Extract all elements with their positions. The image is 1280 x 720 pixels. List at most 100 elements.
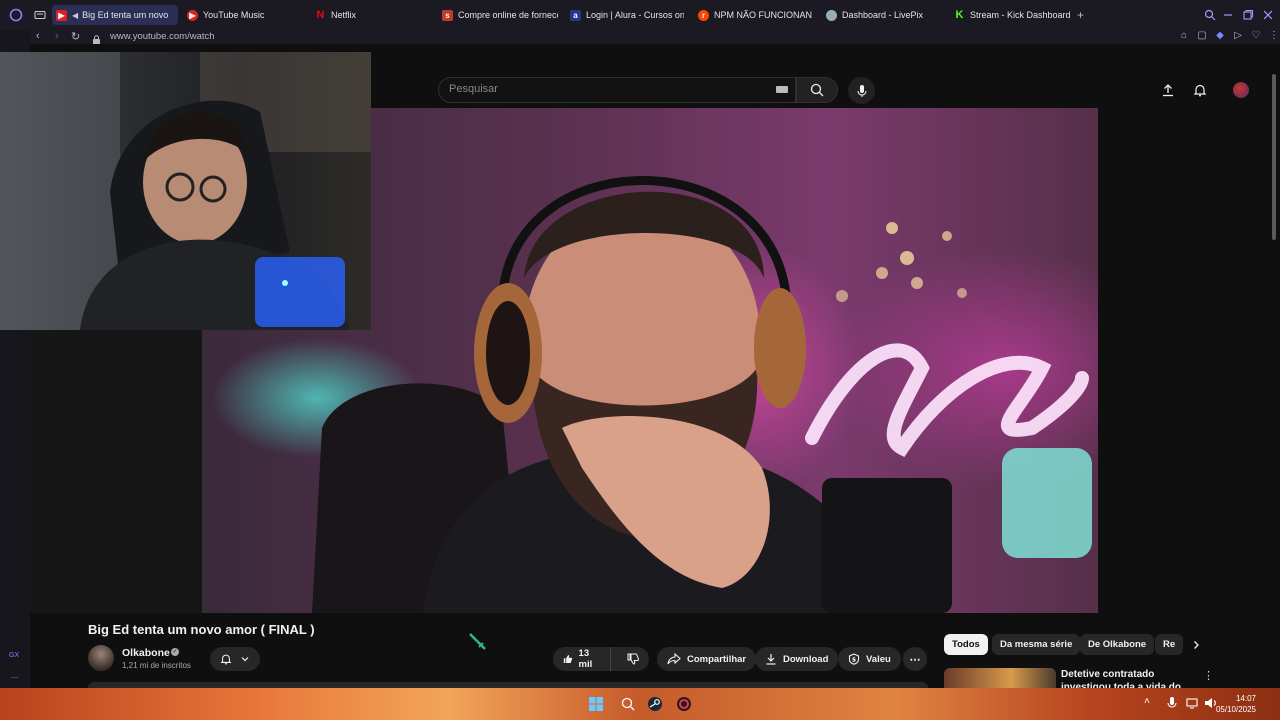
pin-icon[interactable]: ⌂ xyxy=(1177,30,1191,44)
tab-livepix[interactable]: Dashboard - LivePix xyxy=(822,5,940,25)
url-text[interactable]: www.youtube.com/watch xyxy=(110,31,215,42)
tab-npm[interactable]: r NPM NÃO FUNCIONANDO xyxy=(694,5,812,25)
like-dislike-group: 13 mil xyxy=(553,647,649,671)
chip-from-channel[interactable]: De Olkabone xyxy=(1080,634,1155,655)
minimize-icon[interactable] xyxy=(1222,8,1234,26)
page-scrollbar[interactable] xyxy=(1272,74,1276,240)
livepix-icon xyxy=(826,9,837,21)
channel-name[interactable]: Olkabone xyxy=(122,647,170,659)
sidebar-gx-label[interactable]: GX xyxy=(9,652,19,659)
clock-time: 14:07 xyxy=(1235,694,1256,703)
chip-same-series[interactable]: Da mesma série xyxy=(992,634,1081,655)
thanks-label: Valeu xyxy=(866,653,891,665)
kick-icon: K xyxy=(955,9,964,21)
youtube-icon: ▶ xyxy=(56,9,67,21)
tab-label: Stream - Kick Dashboard xyxy=(970,10,1071,20)
alura-icon: a xyxy=(570,9,581,21)
verified-check-icon: ✓ xyxy=(171,648,179,656)
webcam-scene-illustration xyxy=(0,52,371,330)
keyboard-icon[interactable] xyxy=(776,86,788,93)
reddit-icon: r xyxy=(698,9,709,21)
search-button[interactable] xyxy=(796,77,838,103)
tab-kick[interactable]: K Stream - Kick Dashboard xyxy=(950,5,1075,25)
thanks-button[interactable]: $ Valeu xyxy=(838,647,901,671)
notifications-bell-icon[interactable] xyxy=(1192,82,1208,98)
system-clock[interactable]: 14:07 05/10/2025 xyxy=(1216,693,1256,715)
tab-label: Login | Alura - Cursos on xyxy=(586,10,684,20)
network-icon[interactable] xyxy=(1186,696,1202,712)
tray-chevron-icon[interactable]: ˄ xyxy=(1144,696,1160,712)
chip-all[interactable]: Todos xyxy=(944,634,988,655)
bell-icon xyxy=(220,654,232,665)
more-actions-button[interactable]: ⋯ xyxy=(903,647,927,671)
thumbs-down-icon xyxy=(627,653,639,665)
tab-menu-icon[interactable] xyxy=(29,4,51,26)
voice-search-button[interactable] xyxy=(848,77,875,104)
dislike-button[interactable] xyxy=(617,647,649,671)
microphone-tray-icon[interactable] xyxy=(1166,696,1182,712)
download-icon xyxy=(766,654,776,665)
webcam-overlay xyxy=(0,52,371,330)
tab-label: Compre online de forneced xyxy=(458,10,558,20)
youtube-music-icon: ▶ xyxy=(187,9,198,21)
recommendation-thumbnail[interactable] xyxy=(944,668,1056,688)
new-tab-button[interactable]: + xyxy=(1077,8,1084,22)
search-taskbar-icon[interactable] xyxy=(620,696,636,712)
download-label: Download xyxy=(783,653,829,665)
tab-youtube-video[interactable]: ▶ ◀ Big Ed tenta um novo xyxy=(52,5,178,25)
restore-icon[interactable] xyxy=(1242,8,1254,26)
account-avatar[interactable] xyxy=(1233,82,1249,98)
opera-gx-taskbar-icon[interactable] xyxy=(676,696,692,712)
clock-date: 05/10/2025 xyxy=(1215,705,1256,714)
like-button[interactable]: 13 mil xyxy=(553,647,611,671)
windows-taskbar xyxy=(0,688,1280,720)
shop-icon: s xyxy=(442,9,453,21)
snapshot-icon[interactable]: ▢ xyxy=(1195,30,1209,44)
like-count: 13 mil xyxy=(578,648,593,670)
close-icon[interactable] xyxy=(1262,8,1274,26)
share-icon xyxy=(667,653,681,665)
tab-youtube-music[interactable]: ▶ YouTube Music xyxy=(183,5,298,25)
cursor-icon xyxy=(468,632,488,657)
svg-text:$: $ xyxy=(852,657,856,664)
address-bar xyxy=(30,30,1280,44)
video-title: Big Ed tenta um novo amor ( FINAL ) xyxy=(88,622,315,637)
windows-start-icon[interactable] xyxy=(588,696,604,712)
heart-icon[interactable]: ♡ xyxy=(1249,30,1263,44)
search-tabs-icon[interactable] xyxy=(1204,8,1216,26)
tab-label: Netflix xyxy=(331,10,357,20)
tab-shop[interactable]: s Compre online de forneced xyxy=(438,5,558,25)
more-horizontal-icon: ⋯ xyxy=(909,653,921,666)
reload-icon[interactable]: ↻ xyxy=(71,30,80,43)
super-thanks-icon: $ xyxy=(848,653,860,665)
opera-gx-logo-icon[interactable] xyxy=(5,4,27,26)
back-icon[interactable]: ‹ xyxy=(36,30,40,42)
recommendation-title[interactable]: Detetive contratado investigou toda a vi… xyxy=(1061,668,1196,688)
search-placeholder: Pesquisar xyxy=(449,83,498,95)
vpn-shield-icon[interactable]: ◆ xyxy=(1213,30,1227,44)
thumbs-up-icon xyxy=(563,655,573,663)
tab-label: Dashboard - LivePix xyxy=(842,10,924,20)
share-label: Compartilhar xyxy=(687,653,747,665)
chip-related[interactable]: Re xyxy=(1155,634,1183,655)
channel-avatar[interactable] xyxy=(88,645,114,671)
steam-icon[interactable] xyxy=(647,696,663,712)
chevron-right-icon[interactable] xyxy=(1190,638,1202,656)
player-icon[interactable]: ▷ xyxy=(1231,30,1245,44)
upload-icon[interactable] xyxy=(1160,82,1176,98)
menu-icon[interactable]: ⋮ xyxy=(1267,30,1280,44)
speaker-icon[interactable]: ◀ xyxy=(72,11,78,20)
tab-label: NPM NÃO FUNCIONANDO xyxy=(714,10,812,20)
tab-alura[interactable]: a Login | Alura - Cursos on xyxy=(566,5,684,25)
search-icon xyxy=(810,83,824,97)
share-button[interactable]: Compartilhar xyxy=(657,647,757,671)
tab-netflix[interactable]: N Netflix xyxy=(311,5,426,25)
download-button[interactable]: Download xyxy=(755,647,839,671)
netflix-icon: N xyxy=(316,9,325,21)
forward-icon[interactable]: › xyxy=(55,30,59,42)
recommendation-menu-icon[interactable]: ⋮ xyxy=(1203,669,1214,682)
microphone-icon xyxy=(856,84,867,97)
sidebar-more-icon[interactable]: ... xyxy=(11,670,19,680)
subscription-bell-button[interactable] xyxy=(210,647,260,671)
chevron-down-icon xyxy=(241,657,249,662)
